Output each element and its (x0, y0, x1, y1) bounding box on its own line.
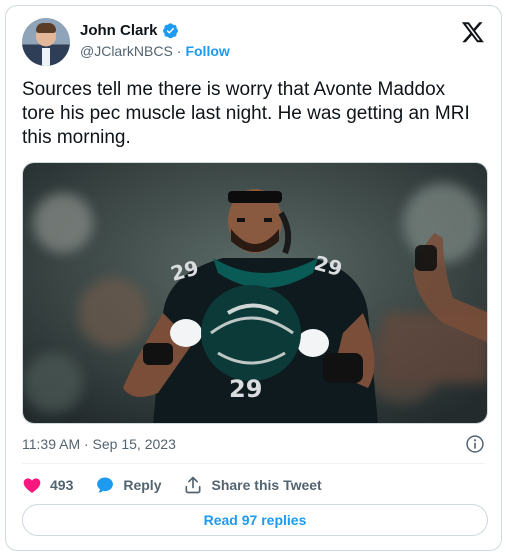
avatar-hair (36, 23, 56, 33)
author-handle[interactable]: @JClarkNBCS (80, 43, 173, 59)
like-count: 493 (50, 477, 74, 493)
like-button[interactable]: 493 (22, 475, 73, 495)
timestamp-row: 11:39 AM · Sep 15, 2023 (22, 434, 485, 454)
tweet-actions: 493 Reply Share this Tweet (22, 473, 344, 497)
info-icon[interactable] (465, 434, 485, 454)
x-logo-icon[interactable] (461, 20, 485, 44)
reply-label: Reply (123, 477, 162, 493)
author-name[interactable]: John Clark (80, 22, 158, 39)
tweet-timestamp[interactable]: 11:39 AM · Sep 15, 2023 (22, 436, 176, 452)
share-label: Share this Tweet (211, 477, 322, 493)
divider (22, 463, 485, 464)
share-icon (185, 476, 201, 494)
tweet-header: John Clark @JClarkNBCS · Follow (22, 18, 485, 68)
avatar[interactable] (22, 18, 70, 66)
verified-badge-icon (162, 23, 178, 39)
follow-button[interactable]: Follow (185, 43, 229, 59)
football-player-photo: 29 29 29 (23, 163, 487, 423)
share-button[interactable]: Share this Tweet (183, 475, 322, 495)
handle-separator: · (176, 43, 182, 59)
read-replies-button[interactable]: Read 97 replies (22, 504, 488, 536)
avatar-shirt (42, 48, 50, 66)
tweet-media-photo[interactable]: 29 29 29 (22, 162, 488, 424)
author-handle-row: @JClarkNBCS · Follow (80, 43, 230, 59)
tweet-card: John Clark @JClarkNBCS · Follow Sources … (5, 5, 502, 551)
reply-button[interactable]: Reply (95, 475, 161, 495)
tweet-text: Sources tell me there is worry that Avon… (22, 79, 470, 148)
author-name-row: John Clark (80, 22, 179, 39)
reply-bubble-icon (97, 477, 114, 493)
heart-icon (23, 478, 41, 493)
svg-text:29: 29 (229, 375, 262, 403)
